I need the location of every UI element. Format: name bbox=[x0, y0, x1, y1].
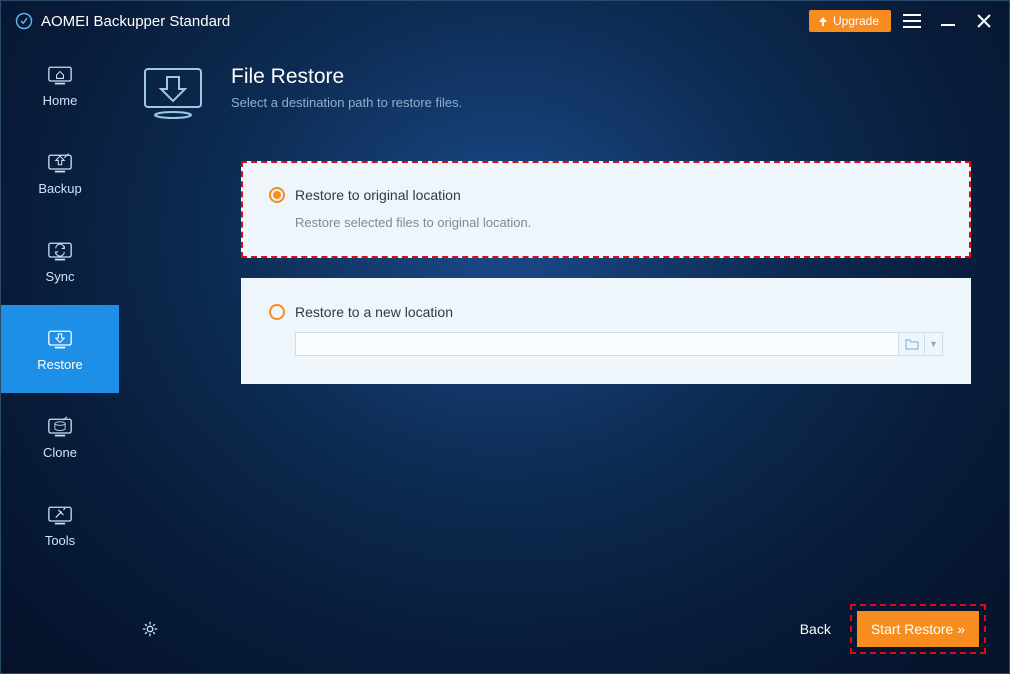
sidebar-item-sync[interactable]: Sync bbox=[1, 217, 119, 305]
sidebar-item-clone[interactable]: Clone bbox=[1, 393, 119, 481]
file-restore-icon bbox=[141, 65, 205, 121]
destination-path-input[interactable] bbox=[295, 332, 899, 356]
start-restore-highlight: Start Restore » bbox=[855, 609, 981, 649]
footer-bar: Back Start Restore » bbox=[141, 609, 981, 649]
sidebar-item-label: Tools bbox=[45, 533, 75, 548]
sidebar-item-tools[interactable]: Tools bbox=[1, 481, 119, 569]
restore-icon bbox=[46, 327, 74, 351]
sync-icon bbox=[46, 239, 74, 263]
folder-icon bbox=[905, 338, 919, 350]
menu-icon[interactable] bbox=[897, 7, 927, 35]
path-dropdown-button[interactable]: ▾ bbox=[925, 332, 943, 356]
radio-new-location[interactable]: Restore to a new location bbox=[269, 304, 943, 320]
settings-gear-icon[interactable] bbox=[141, 620, 159, 638]
footer-right: Back Start Restore » bbox=[794, 609, 981, 649]
radio-original-location[interactable]: Restore to original location bbox=[269, 187, 943, 203]
back-button[interactable]: Back bbox=[794, 611, 837, 647]
sidebar-item-label: Restore bbox=[37, 357, 83, 372]
option-label: Restore to a new location bbox=[295, 304, 453, 320]
radio-selected-icon bbox=[269, 187, 285, 203]
clone-icon bbox=[46, 415, 74, 439]
titlebar-right: Upgrade bbox=[809, 7, 999, 35]
page-header: File Restore Select a destination path t… bbox=[141, 65, 981, 121]
titlebar: AOMEI Backupper Standard Upgrade bbox=[1, 1, 1009, 41]
home-icon bbox=[46, 63, 74, 87]
start-restore-button[interactable]: Start Restore » bbox=[857, 611, 979, 647]
chevron-down-icon: ▾ bbox=[931, 339, 936, 350]
sidebar-item-home[interactable]: Home bbox=[1, 41, 119, 129]
upgrade-icon bbox=[817, 15, 829, 27]
content-area: File Restore Select a destination path t… bbox=[141, 65, 981, 603]
destination-path-row: ▾ bbox=[295, 332, 943, 356]
option-restore-new[interactable]: Restore to a new location ▾ bbox=[241, 278, 971, 384]
option-description: Restore selected files to original locat… bbox=[295, 215, 943, 230]
sidebar-item-label: Backup bbox=[38, 181, 81, 196]
sidebar-item-label: Clone bbox=[43, 445, 77, 460]
app-window: AOMEI Backupper Standard Upgrade bbox=[0, 0, 1010, 674]
upgrade-label: Upgrade bbox=[833, 14, 879, 28]
browse-folder-button[interactable] bbox=[899, 332, 925, 356]
tools-icon bbox=[46, 503, 74, 527]
upgrade-button[interactable]: Upgrade bbox=[809, 10, 891, 32]
backup-icon bbox=[46, 151, 74, 175]
titlebar-left: AOMEI Backupper Standard bbox=[15, 12, 230, 30]
option-label: Restore to original location bbox=[295, 187, 461, 203]
option-restore-original[interactable]: Restore to original location Restore sel… bbox=[241, 161, 971, 258]
sidebar-item-label: Sync bbox=[46, 269, 75, 284]
sidebar-item-label: Home bbox=[43, 93, 78, 108]
app-logo-icon bbox=[15, 12, 33, 30]
radio-unselected-icon bbox=[269, 304, 285, 320]
sidebar-item-backup[interactable]: Backup bbox=[1, 129, 119, 217]
sidebar-item-restore[interactable]: Restore bbox=[1, 305, 119, 393]
sidebar: Home Backup Sync Res bbox=[1, 41, 119, 673]
minimize-icon[interactable] bbox=[933, 7, 963, 35]
app-name: AOMEI Backupper Standard bbox=[41, 13, 230, 30]
footer-left bbox=[141, 620, 159, 638]
page-title: File Restore bbox=[231, 65, 462, 89]
page-subtitle: Select a destination path to restore fil… bbox=[231, 95, 462, 110]
close-icon[interactable] bbox=[969, 7, 999, 35]
restore-options: Restore to original location Restore sel… bbox=[241, 161, 971, 384]
